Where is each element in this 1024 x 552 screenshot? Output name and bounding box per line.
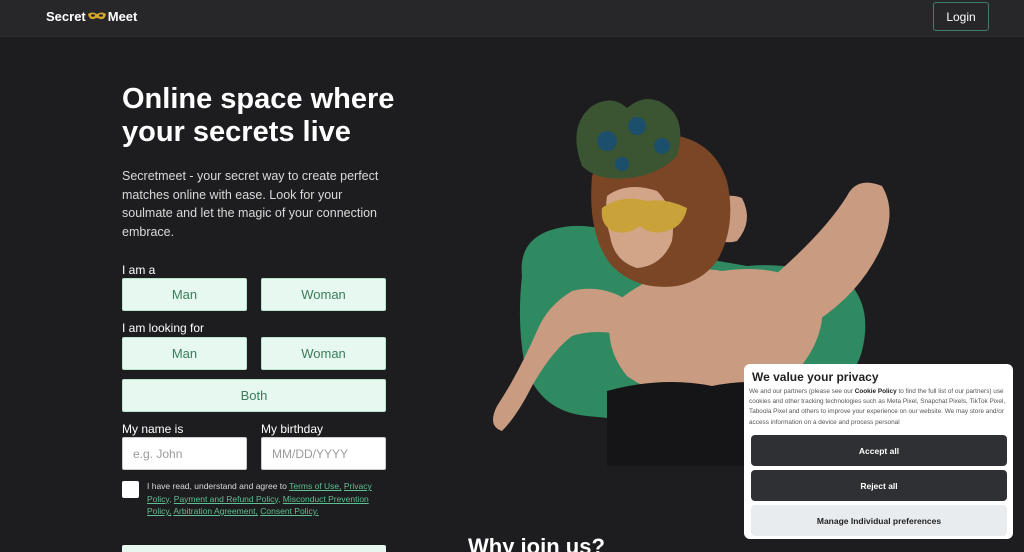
agree-prefix: I have read, understand and agree to [147,481,290,491]
terms-of-use-link[interactable]: Terms of Use, [289,481,341,491]
feather-eye-4 [615,157,629,171]
arbitration-agreement-link[interactable]: Arbitration Agreement, [173,506,258,516]
looking-for-label: I am looking for [122,321,205,335]
name-label: My name is [122,422,184,436]
golden-mask-shape [601,198,687,233]
cookie-policy-link[interactable]: Cookie Policy [855,388,897,395]
feather-eye-3 [654,138,670,154]
manage-preferences-button[interactable]: Manage Individual preferences [751,505,1007,536]
mask-logo-icon [87,9,107,24]
name-input[interactable] [122,437,247,470]
payment-refund-policy-link[interactable]: Payment and Refund Policy, [174,494,281,504]
looking-for-woman-option[interactable]: Woman [261,337,386,370]
hero-title: Online space where your secrets live [122,83,395,148]
birthday-label: My birthday [261,422,324,436]
secretmeet-logo[interactable]: Secret Meet [46,9,137,24]
birthday-input[interactable] [261,437,386,470]
login-button[interactable]: Login [933,2,989,31]
consent-policy-link[interactable]: Consent Policy. [260,506,318,516]
accept-all-button[interactable]: Accept all [751,435,1007,466]
looking-for-man-option[interactable]: Man [122,337,247,370]
cookie-text-before: We and our partners (please see our [749,388,855,395]
cookie-consent-dialog: We value your privacy We and our partner… [744,364,1013,539]
right-arm-shape [762,182,890,325]
hero-description: Secretmeet - your secret way to create p… [122,169,379,239]
reject-all-button[interactable]: Reject all [751,470,1007,501]
looking-for-both-option[interactable]: Both [122,379,386,412]
cookie-description: We and our partners (please see our Cook… [749,387,1011,427]
signup-button-partial[interactable] [122,545,386,552]
i-am-label: I am a [122,263,156,277]
i-am-man-option[interactable]: Man [122,278,247,311]
i-am-woman-option[interactable]: Woman [261,278,386,311]
feather-eye-2 [628,117,646,135]
top-navigation-bar: Secret Meet Login [0,0,1024,37]
logo-text-secret: Secret [46,9,86,24]
logo-text-meet: Meet [107,9,138,24]
feather-eye-1 [597,131,617,151]
terms-agreement-text: I have read, understand and agree to Ter… [147,480,377,518]
terms-checkbox[interactable] [122,481,139,498]
cookie-title: We value your privacy [752,370,879,384]
why-join-us-heading: Why join us? [468,534,605,552]
